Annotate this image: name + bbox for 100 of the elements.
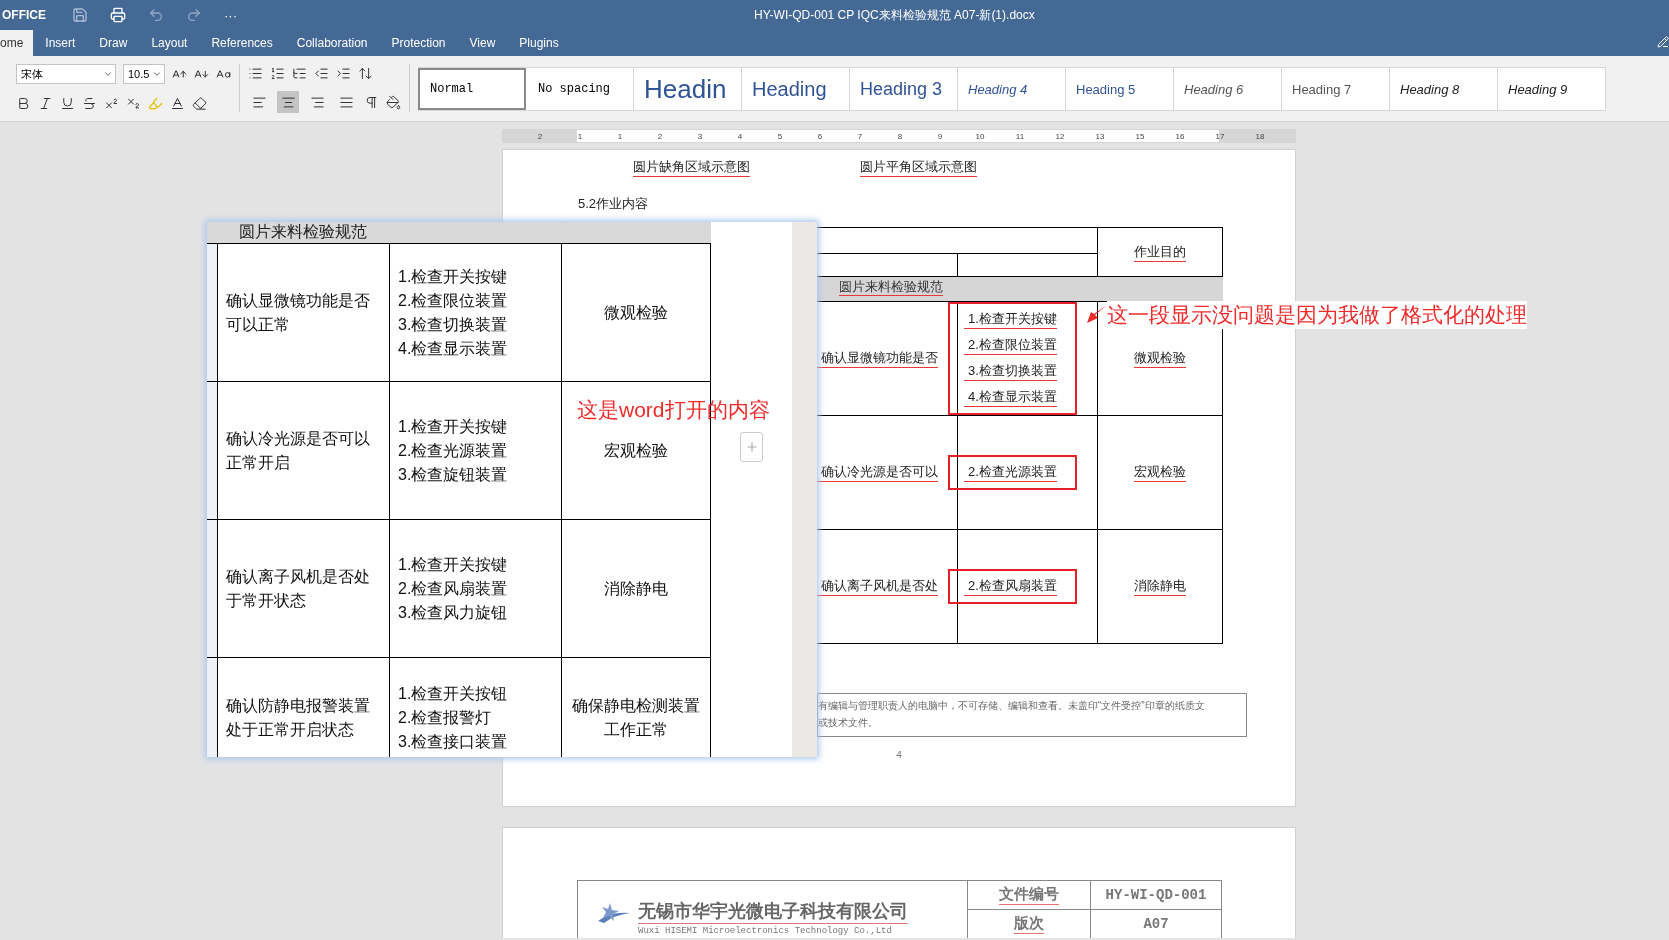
bullet-list-icon[interactable]: [248, 65, 263, 81]
font-select[interactable]: 宋体: [16, 64, 116, 84]
ribbon-tab[interactable]: View: [457, 30, 508, 56]
ruler-number: 15: [1134, 131, 1146, 141]
bold-icon[interactable]: [16, 95, 31, 111]
superscript-icon[interactable]: [104, 95, 119, 111]
ruler-number: 1: [576, 131, 584, 141]
font-size-select[interactable]: 10.5: [123, 64, 165, 84]
caret-icon[interactable]: [103, 69, 113, 79]
table-cell-text: 2.检查限位装置: [398, 290, 508, 311]
table-cell-text: 1.检查开关按钮: [398, 683, 508, 704]
notice-text: 有编辑与管理职责人的电脑中，不可存储、编辑和查看。未盖印“文件受控”印章的纸质文: [818, 699, 1206, 713]
caret-icon[interactable]: [152, 69, 162, 79]
style-preset[interactable]: Headin: [634, 68, 742, 110]
style-preset[interactable]: Heading 6: [1174, 68, 1282, 110]
style-preset[interactable]: Heading 5: [1066, 68, 1174, 110]
table-header: 作业目的: [1134, 242, 1186, 262]
style-preset[interactable]: Heading: [742, 68, 850, 110]
table-cell: 4.检查显示装置: [964, 388, 1057, 407]
table-cell: 2.检查风扇装置: [964, 577, 1057, 596]
table-cell: 2.检查光源装置: [964, 463, 1057, 482]
field-label: 文件编号: [999, 885, 1059, 905]
table-cell-text: 1.检查开关按键: [398, 554, 508, 575]
underline-icon[interactable]: [60, 95, 75, 111]
edit-icon[interactable]: [1657, 36, 1669, 48]
table-cell-text: 确认离子风机是否处于常开状态: [226, 566, 371, 611]
ruler-number: 6: [816, 131, 824, 141]
table-cell: 微观检验: [1134, 349, 1186, 368]
ribbon-tab[interactable]: Protection: [379, 30, 458, 56]
ruler-number: 5: [776, 131, 784, 141]
ruler-number: 4: [736, 131, 744, 141]
print-icon[interactable]: [110, 7, 126, 23]
table-cell-text: 确认冷光源是否可以正常开启: [226, 428, 371, 473]
clear-format-icon[interactable]: [192, 95, 207, 111]
ruler-number: 16: [1174, 131, 1186, 141]
table-cell: 消除静电: [1134, 577, 1186, 596]
figure-caption: 圆片平角区域示意图: [860, 158, 977, 177]
table-cell-text: 2.检查报警灯: [398, 707, 493, 728]
ruler-number: 12: [1054, 131, 1066, 141]
increase-indent-icon[interactable]: [336, 65, 351, 81]
table-cell-text: 3.检查风力旋钮: [398, 602, 508, 623]
table-cell-text: 1.检查开关按键: [398, 416, 508, 437]
ribbon-tab[interactable]: Plugins: [507, 30, 571, 56]
table-cell-text: 微观检验: [604, 302, 668, 323]
table-cell-text: 3.检查旋钮装置: [398, 464, 508, 485]
ribbon-tab[interactable]: ome: [0, 30, 34, 56]
style-preset[interactable]: No spacing: [526, 68, 634, 110]
table-cell-text: 确认防静电报警装置处于正常开启状态: [226, 695, 371, 740]
notice-text: 或技术文件。: [818, 716, 879, 730]
ribbon-tab[interactable]: Insert: [33, 30, 88, 56]
table-cell: 宏观检验: [1134, 463, 1186, 482]
table-cell-text: 1.检查开关按键: [398, 266, 508, 287]
ruler[interactable]: 2 1 1 2 3 4 5 6 7 8 9 10 11 12 13 15 16 17 18: [502, 129, 1296, 143]
annotation-text: 这一段显示没问题是因为我做了格式化的处理: [1107, 301, 1527, 329]
ribbon-tab[interactable]: Draw: [87, 30, 140, 56]
save-icon[interactable]: [72, 7, 88, 23]
subscript-icon[interactable]: [126, 95, 141, 111]
table-caption: 圆片来料检验规范: [839, 279, 943, 296]
decrease-indent-icon[interactable]: [314, 65, 329, 81]
style-preset[interactable]: Heading 3: [850, 68, 958, 110]
font-color-icon[interactable]: [170, 95, 185, 111]
table-cell: 1.检查开关按键: [964, 310, 1057, 329]
style-preset[interactable]: Normal: [418, 68, 526, 110]
section-heading: 5.2作业内容: [578, 195, 650, 213]
ruler-number: 11: [1014, 131, 1026, 141]
ruler-number: 18: [1254, 131, 1266, 141]
ruler-number: 8: [896, 131, 904, 141]
table-cell-text: 3.检查切换装置: [398, 314, 508, 335]
multilevel-list-icon[interactable]: [292, 65, 307, 81]
table-cell-text: 2.检查风扇装置: [398, 578, 508, 599]
table-caption: 圆片来料检验规范: [239, 222, 367, 242]
style-preset[interactable]: Heading 8: [1390, 68, 1498, 110]
line-spacing-icon[interactable]: [358, 65, 373, 81]
style-preset[interactable]: Heading 4: [958, 68, 1066, 110]
ruler-number: 3: [696, 131, 704, 141]
strikethrough-icon[interactable]: [82, 95, 97, 111]
ruler-number: 2: [536, 131, 544, 141]
ribbon-tab[interactable]: References: [199, 30, 285, 56]
app-brand: OFFICE: [2, 8, 47, 22]
ruler-number: 13: [1094, 131, 1106, 141]
shading-icon[interactable]: [386, 94, 401, 110]
field-value: HY-WI-QD-001: [1105, 887, 1207, 903]
table-cell-text: 2.检查光源装置: [398, 440, 508, 461]
page-number: 4: [896, 750, 903, 761]
ruler-number: 10: [974, 131, 986, 141]
italic-icon[interactable]: [38, 95, 53, 111]
table-cell-text: 3.检查接口装置: [398, 731, 508, 752]
more-button[interactable]: ···: [224, 7, 237, 23]
paragraph-mark-icon[interactable]: [364, 94, 379, 110]
table-cell-text: 消除静电: [604, 578, 668, 599]
style-preset[interactable]: Heading 9: [1498, 68, 1606, 110]
ribbon-tab[interactable]: Collaboration: [284, 30, 380, 56]
style-preset[interactable]: Heading 7: [1282, 68, 1390, 110]
ribbon-tab[interactable]: Layout: [139, 30, 200, 56]
company-english-name: Wuxi HISEMI Microelectronics Technology Co.,Ltd: [638, 926, 893, 936]
table-cell-text: 宏观检验: [604, 440, 668, 461]
company-name: 无锡市华宇光微电子科技有限公司: [638, 899, 908, 924]
ruler-number: 1: [616, 131, 624, 141]
numbered-list-icon[interactable]: [270, 65, 285, 81]
table-cell: 2.检查限位装置: [964, 336, 1057, 355]
